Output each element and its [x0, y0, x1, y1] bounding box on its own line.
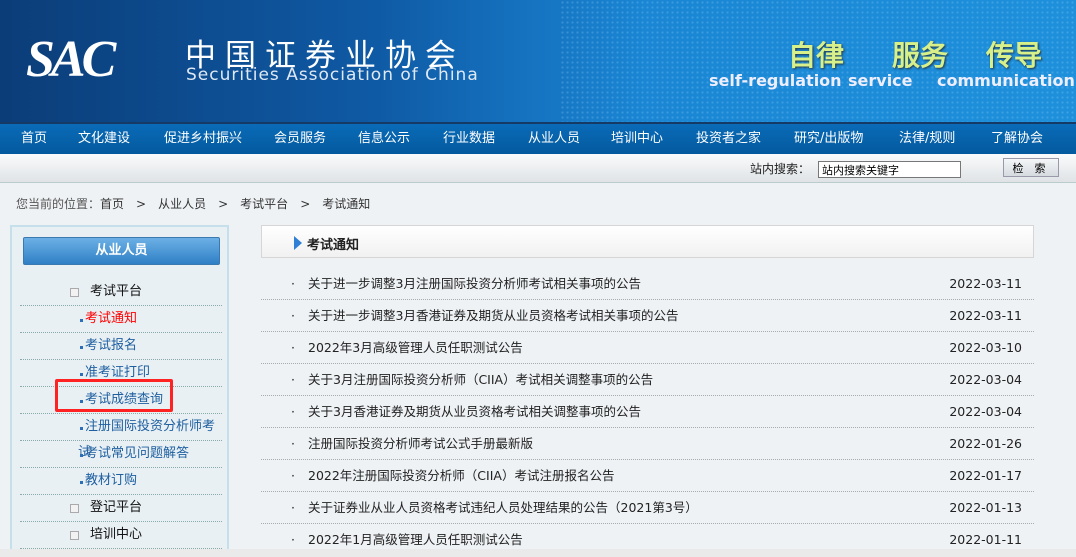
notice-date: 2022-03-10	[949, 340, 1022, 355]
notice-link[interactable]: 2022年3月高级管理人员任职测试公告	[308, 332, 523, 364]
bullet: ·	[291, 372, 295, 387]
triangle-right-icon	[294, 236, 302, 250]
notice-date: 2022-03-04	[949, 372, 1022, 387]
sidebar-item-label: 考试平台	[90, 284, 143, 299]
notice-date: 2022-01-26	[949, 436, 1022, 451]
highlight-box	[55, 379, 173, 412]
notice-panel: 考试通知 · 关于进一步调整3月注册国际投资分析师考试相关事项的公告 2022-03…	[261, 225, 1034, 556]
slogan-en: self-regulation	[709, 71, 842, 90]
notice-link[interactable]: 关于证券业从业人员资格考试违纪人员处理结果的公告（2021第3号）	[308, 492, 698, 524]
notice-row: · 2022年注册国际投资分析师（CIIA）考试注册报名公告 2022-01-17	[261, 460, 1034, 492]
notice-date: 2022-03-11	[949, 276, 1022, 291]
search-input[interactable]	[818, 161, 961, 178]
sidebar-item[interactable]: 考试平台	[20, 279, 222, 306]
breadcrumb-item[interactable]: 首页	[100, 197, 124, 211]
search-label: 站内搜索：	[750, 162, 811, 176]
nav-item[interactable]: 首页	[21, 124, 47, 154]
notice-row: · 关于3月香港证券及期货从业员资格考试相关调整事项的公告 2022-03-04	[261, 396, 1034, 428]
bullet: ·	[291, 276, 295, 291]
notice-date: 2022-01-13	[949, 500, 1022, 515]
notice-row: · 关于进一步调整3月香港证券及期货从业员资格考试相关事项的公告 2022-03-1…	[261, 300, 1034, 332]
notice-link[interactable]: 关于3月香港证券及期货从业员资格考试相关调整事项的公告	[308, 396, 641, 428]
breadcrumb-item[interactable]: 从业人员	[158, 197, 206, 211]
search-button[interactable]: 检 索	[1003, 158, 1059, 177]
bullet: ·	[291, 500, 295, 515]
search-bar: 站内搜索： 检 索	[0, 154, 1076, 183]
breadcrumb-separator: >	[300, 197, 311, 211]
nav-item[interactable]: 行业数据	[443, 124, 495, 154]
slogan-en: service	[848, 71, 913, 90]
sidebar-item[interactable]: 考试报名	[20, 333, 222, 360]
sidebar-title: 从业人员	[23, 237, 220, 265]
nav-item[interactable]: 培训中心	[611, 124, 663, 154]
breadcrumb-separator: >	[218, 197, 229, 211]
sidebar-item[interactable]: 考试通知	[20, 306, 222, 333]
breadcrumb: 您当前的位置：首页 > 从业人员 > 考试平台 > 考试通知	[16, 195, 370, 212]
slogan-en: communication	[937, 71, 1075, 90]
slogan-cn: 服务	[892, 39, 949, 72]
notice-row: · 注册国际投资分析师考试公式手册最新版 2022-01-26	[261, 428, 1034, 460]
notice-link[interactable]: 2022年注册国际投资分析师（CIIA）考试注册报名公告	[308, 460, 614, 492]
bullet: ·	[291, 468, 295, 483]
nav-item[interactable]: 信息公示	[358, 124, 410, 154]
sidebar-item-label: 登记平台	[90, 500, 143, 515]
notice-date: 2022-03-04	[949, 404, 1022, 419]
notice-row: · 关于3月注册国际投资分析师（CIIA）考试相关调整事项的公告 2022-03-0…	[261, 364, 1034, 396]
sidebar-item-label: 培训中心	[90, 527, 143, 542]
notice-date: 2022-01-17	[949, 468, 1022, 483]
notice-link[interactable]: 关于3月注册国际投资分析师（CIIA）考试相关调整事项的公告	[308, 364, 653, 396]
nav-item[interactable]: 促进乡村振兴	[164, 124, 242, 154]
site-title-en: Securities Association of China	[186, 65, 479, 85]
slogan-cn: 自律	[788, 39, 845, 72]
breadcrumb-item: 考试通知	[322, 197, 371, 211]
breadcrumb-item[interactable]: 考试平台	[240, 197, 288, 211]
bullet: ·	[291, 436, 295, 451]
slogan-cn: 传导	[986, 39, 1043, 72]
sidebar-item[interactable]: 登记平台	[20, 495, 222, 522]
notice-link[interactable]: 关于进一步调整3月香港证券及期货从业员资格考试相关事项的公告	[308, 300, 678, 332]
notice-row: · 关于进一步调整3月注册国际投资分析师考试相关事项的公告 2022-03-11	[261, 268, 1034, 300]
sidebar-item[interactable]: 教材订购	[20, 468, 222, 495]
nav-item[interactable]: 研究/出版物	[794, 124, 863, 154]
sidebar-item-label: 教材订购	[85, 473, 138, 488]
sidebar-item[interactable]: 培训中心	[20, 522, 222, 549]
collapse-icon[interactable]	[70, 531, 79, 540]
bullet: ·	[291, 404, 295, 419]
scroll-edge	[0, 549, 1076, 557]
sidebar-item-label: 考试报名	[85, 338, 138, 353]
sidebar-item-label: 考试常见问题解答	[85, 446, 190, 461]
sidebar-item-label: 准考证打印	[85, 365, 151, 380]
nav-item[interactable]: 文化建设	[78, 124, 130, 154]
expand-icon[interactable]	[70, 504, 79, 513]
notice-link[interactable]: 关于进一步调整3月注册国际投资分析师考试相关事项的公告	[308, 268, 641, 300]
nav-item[interactable]: 法律/规则	[899, 124, 955, 154]
sac-logo[interactable]: SAC	[26, 30, 116, 89]
nav-item[interactable]: 了解协会	[991, 124, 1043, 154]
nav-item[interactable]: 从业人员	[528, 124, 580, 154]
notice-link[interactable]: 注册国际投资分析师考试公式手册最新版	[308, 428, 533, 460]
bullet: ·	[291, 340, 295, 355]
notice-date: 2022-03-11	[949, 308, 1022, 323]
sidebar-item-label: 考试通知	[85, 311, 138, 326]
notice-row: · 2022年3月高级管理人员任职测试公告 2022-03-10	[261, 332, 1034, 364]
site-header: SAC 中国证券业协会 Securities Association of Ch…	[0, 0, 1076, 122]
notice-row: · 关于证券业从业人员资格考试违纪人员处理结果的公告（2021第3号） 2022-0…	[261, 492, 1034, 524]
sidebar-item[interactable]: 注册国际投资分析师考试	[20, 414, 222, 460]
breadcrumb-prefix: 您当前的位置：	[16, 197, 101, 211]
panel-header: 考试通知	[261, 225, 1034, 258]
panel-title: 考试通知	[307, 238, 360, 253]
breadcrumb-separator: >	[136, 197, 147, 211]
collapse-icon[interactable]	[70, 288, 79, 297]
sidebar-item[interactable]: 考试常见问题解答	[20, 441, 222, 468]
nav-item[interactable]: 投资者之家	[696, 124, 761, 154]
nav-item[interactable]: 会员服务	[274, 124, 326, 154]
bullet: ·	[291, 308, 295, 323]
main-nav: 首页 文化建设 促进乡村振兴 会员服务 信息公示 行业数据 从业人员 培训中心 …	[0, 122, 1076, 154]
